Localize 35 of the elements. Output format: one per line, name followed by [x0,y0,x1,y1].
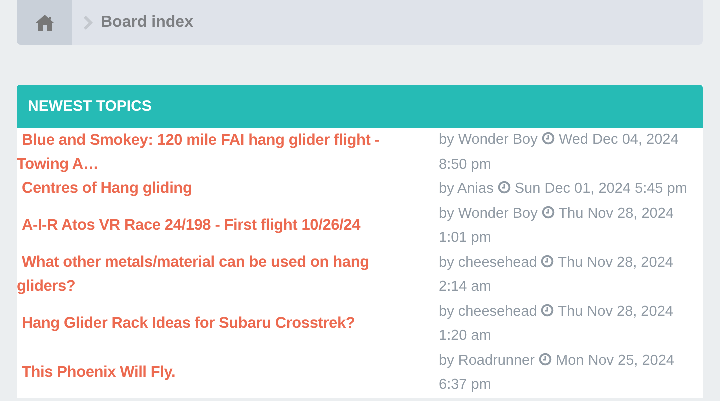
topic-author: by Wonder Boy [439,132,538,148]
topic-author: by Anias [439,181,494,197]
topic-time: 5:45 pm [635,181,688,197]
topic-link[interactable]: Hang Glider Rack Ideas for Subaru Crosstrek? [17,312,421,336]
home-icon [34,14,54,32]
topic-time: 6:37 pm [439,377,492,393]
clock-icon [538,352,552,366]
clock-icon [498,181,511,194]
chevron-icon [83,14,93,30]
topic-link[interactable]: Blue and Smokey: 120 mile FAI hang glider flight - Towing A… [17,128,421,176]
topic-time: 1:20 am [439,328,492,344]
clock-icon [541,254,554,268]
clock-icon [541,304,554,316]
topic-author: by Wonder Boy [439,206,538,222]
topic-time: 1:01 pm [439,230,492,246]
topic-date: Thu Nov 28, 2024 [558,304,674,320]
topic-author: by cheesehead [439,254,538,270]
breadcrumb-link[interactable]: Board index [101,14,194,32]
topic-link[interactable]: This Phoenix Will Fly. [17,361,421,385]
topic-time: 8:50 pm [439,156,492,172]
topic-author: by Roadrunner [439,352,535,368]
topic-date: Thu Nov 28, 2024 [558,206,674,222]
clock-icon [542,132,555,145]
topic-link[interactable]: What other metals/material can be used on hang gliders? [17,251,421,299]
clock-icon [542,206,555,218]
home-button[interactable] [17,0,72,45]
topic-date: Thu Nov 28, 2024 [558,254,674,270]
topic-author: by cheesehead [439,304,538,320]
topic-time: 2:14 am [439,279,492,295]
topic-link[interactable]: A-I-R Atos VR Race 24/198 - First flight 10/26/24 [17,214,421,238]
topic-date: Mon Nov 25, 2024 [556,352,674,368]
topic-link[interactable]: Centres of Hang gliding [17,177,421,202]
topic-date: Wed Dec 04, 2024 [558,132,679,148]
topic-date: Sun Dec 01, 2024 [514,181,631,197]
panel-header: NEWEST TOPICS [17,85,703,128]
